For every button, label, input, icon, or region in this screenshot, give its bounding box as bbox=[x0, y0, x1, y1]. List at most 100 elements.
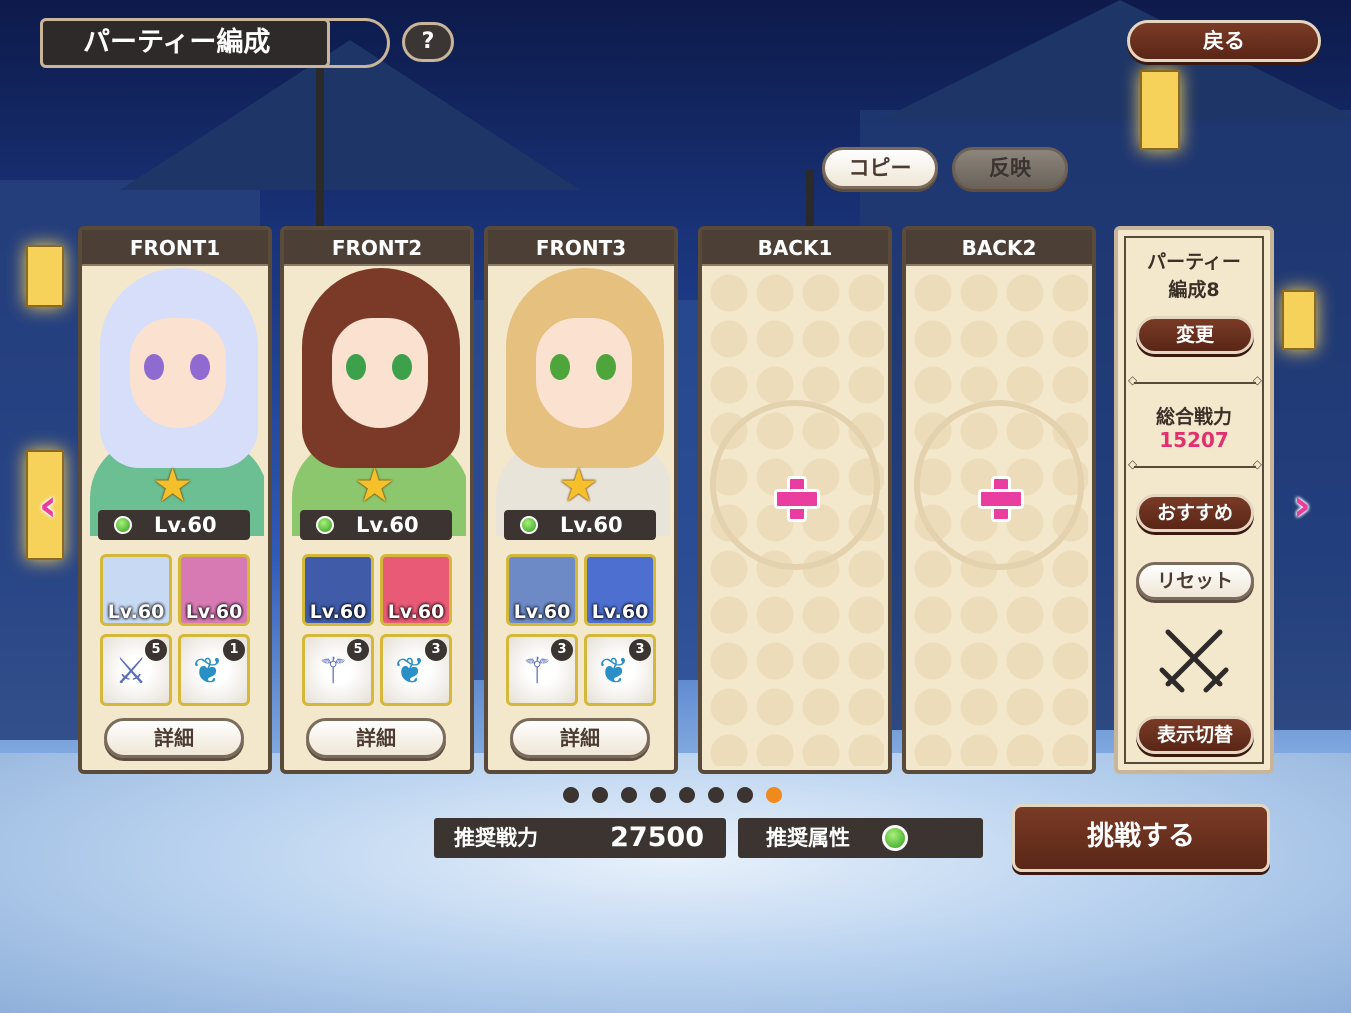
sub-member[interactable]: Lv.60 bbox=[506, 554, 578, 626]
sub-member-level: Lv.60 bbox=[185, 601, 243, 623]
slot-front2[interactable]: FRONT2 ★ Lv.60 Lv.60 Lv.60 ⚚ 5 ❦ 3 詳細 bbox=[280, 226, 474, 774]
challenge-button[interactable]: 挑戦する bbox=[1012, 804, 1270, 872]
total-power-value: 15207 bbox=[1159, 428, 1229, 452]
next-party-arrow-icon[interactable]: › bbox=[1284, 484, 1320, 528]
party-name-line1: パーティー bbox=[1147, 251, 1241, 273]
street-lamp bbox=[806, 170, 814, 230]
total-power-label: 総合戦力 bbox=[1155, 406, 1232, 428]
rec-attr-label: 推奨属性 bbox=[766, 826, 850, 850]
equip-count: 3 bbox=[425, 639, 447, 661]
party-name: パーティー 編成8 bbox=[1118, 248, 1270, 304]
equipment-accessory[interactable]: ❦ 3 bbox=[584, 634, 656, 706]
rec-power-label: 推奨戦力 bbox=[454, 826, 538, 850]
wind-attribute-icon bbox=[882, 825, 908, 851]
change-party-button[interactable]: 変更 bbox=[1136, 316, 1254, 354]
rarity-star-icon: ★ bbox=[152, 458, 194, 512]
earring-icon: ❦ bbox=[599, 651, 630, 692]
page-dot[interactable] bbox=[592, 787, 608, 803]
reset-button[interactable]: リセット bbox=[1136, 562, 1254, 600]
page-dot[interactable] bbox=[621, 787, 637, 803]
equip-count: 5 bbox=[145, 639, 167, 661]
divider bbox=[1128, 373, 1262, 387]
detail-button[interactable]: 詳細 bbox=[306, 718, 446, 758]
slot-back1[interactable]: BACK1 bbox=[698, 226, 892, 774]
add-member-plus-icon[interactable] bbox=[774, 476, 820, 522]
sub-member-level: Lv.60 bbox=[309, 601, 367, 623]
slot-label: BACK2 bbox=[906, 230, 1092, 266]
crossed-swords-icon bbox=[1159, 629, 1229, 693]
add-member-plus-icon[interactable] bbox=[978, 476, 1024, 522]
character-eye bbox=[190, 354, 210, 380]
equip-count: 3 bbox=[629, 639, 651, 661]
equipment-accessory[interactable]: ❦ 3 bbox=[380, 634, 452, 706]
sub-member[interactable]: Lv.60 bbox=[100, 554, 172, 626]
party-info-panel: パーティー 編成8 変更 総合戦力 15207 おすすめ リセット 表示切替 bbox=[1114, 226, 1274, 774]
slot-label: FRONT1 bbox=[82, 230, 268, 266]
divider bbox=[1128, 457, 1262, 471]
page-dot[interactable] bbox=[737, 787, 753, 803]
sub-member[interactable]: Lv.60 bbox=[584, 554, 656, 626]
detail-button[interactable]: 詳細 bbox=[104, 718, 244, 758]
party-name-line2: 編成8 bbox=[1168, 279, 1220, 301]
equipment-weapon[interactable]: ⚚ 5 bbox=[302, 634, 374, 706]
character-eye bbox=[144, 354, 164, 380]
page-dot[interactable] bbox=[650, 787, 666, 803]
reflect-button[interactable]: 反映 bbox=[952, 147, 1068, 189]
equip-count: 1 bbox=[223, 639, 245, 661]
equipment-accessory[interactable]: ❦ 1 bbox=[178, 634, 250, 706]
prev-party-arrow-icon[interactable]: ‹ bbox=[30, 484, 66, 528]
character-eye bbox=[346, 354, 366, 380]
pagination-dots bbox=[563, 787, 782, 803]
rarity-star-icon: ★ bbox=[354, 458, 396, 512]
help-button[interactable]: ? bbox=[402, 22, 454, 62]
level-text: Lv.60 bbox=[560, 513, 623, 537]
page-title: パーティー編成 bbox=[40, 18, 330, 68]
page-dot[interactable] bbox=[563, 787, 579, 803]
equip-count: 3 bbox=[551, 639, 573, 661]
page-dot[interactable] bbox=[679, 787, 695, 803]
window-light bbox=[26, 245, 64, 307]
weapon-icon: ⚔ bbox=[115, 651, 148, 692]
page-dot[interactable] bbox=[766, 787, 782, 803]
slot-label: BACK1 bbox=[702, 230, 888, 266]
page-dot[interactable] bbox=[708, 787, 724, 803]
wind-attribute-icon bbox=[114, 516, 132, 534]
title-ornament bbox=[320, 18, 390, 68]
sub-member[interactable]: Lv.60 bbox=[380, 554, 452, 626]
rarity-star-icon: ★ bbox=[558, 458, 600, 512]
sub-member[interactable]: Lv.60 bbox=[178, 554, 250, 626]
slot-label: FRONT3 bbox=[488, 230, 674, 266]
recommended-power: 推奨戦力 27500 bbox=[434, 818, 726, 858]
equipment-weapon[interactable]: ⚚ 3 bbox=[506, 634, 578, 706]
recommended-attribute: 推奨属性 bbox=[738, 818, 983, 858]
character-level: Lv.60 bbox=[504, 510, 656, 540]
screen-title: パーティー編成 bbox=[30, 12, 390, 72]
level-text: Lv.60 bbox=[154, 513, 217, 537]
window-light bbox=[1140, 70, 1180, 150]
copy-button[interactable]: コピー bbox=[822, 147, 938, 189]
wind-attribute-icon bbox=[316, 516, 334, 534]
earring-icon: ❦ bbox=[193, 651, 224, 692]
sub-member[interactable]: Lv.60 bbox=[302, 554, 374, 626]
sub-member-level: Lv.60 bbox=[107, 601, 165, 623]
sub-member-level: Lv.60 bbox=[591, 601, 649, 623]
wind-attribute-icon bbox=[520, 516, 538, 534]
slot-front1[interactable]: FRONT1 ★ Lv.60 Lv.60 Lv.60 ⚔ 5 ❦ 1 詳細 bbox=[78, 226, 272, 774]
character-eye bbox=[392, 354, 412, 380]
weapon-icon: ⚚ bbox=[521, 651, 554, 692]
slot-label: FRONT2 bbox=[284, 230, 470, 266]
detail-button[interactable]: 詳細 bbox=[510, 718, 650, 758]
equip-count: 5 bbox=[347, 639, 369, 661]
window-light bbox=[1282, 290, 1316, 350]
toggle-display-button[interactable]: 表示切替 bbox=[1136, 716, 1254, 754]
character-eye bbox=[550, 354, 570, 380]
equipment-weapon[interactable]: ⚔ 5 bbox=[100, 634, 172, 706]
back-button[interactable]: 戻る bbox=[1127, 20, 1321, 62]
sub-member-level: Lv.60 bbox=[513, 601, 571, 623]
slot-back2[interactable]: BACK2 bbox=[902, 226, 1096, 774]
level-text: Lv.60 bbox=[356, 513, 419, 537]
slot-front3[interactable]: FRONT3 ★ Lv.60 Lv.60 Lv.60 ⚚ 3 ❦ 3 詳細 bbox=[484, 226, 678, 774]
earring-icon: ❦ bbox=[395, 651, 426, 692]
sub-member-level: Lv.60 bbox=[387, 601, 445, 623]
recommend-button[interactable]: おすすめ bbox=[1136, 494, 1254, 532]
